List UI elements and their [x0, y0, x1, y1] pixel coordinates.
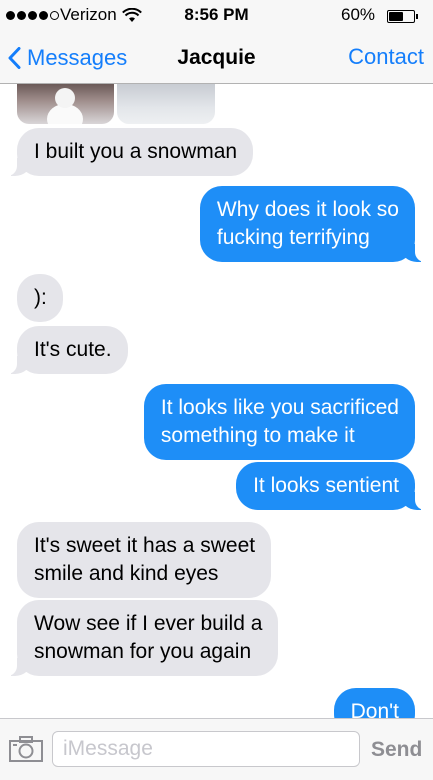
message-text-line: It's sweet it has a sweet: [34, 534, 256, 557]
message-text: It's cute.: [34, 338, 112, 361]
message-text-line: It looks like you sacrificed: [160, 396, 399, 419]
camera-icon[interactable]: [8, 735, 44, 763]
photo-attachment-snowman[interactable]: [17, 84, 114, 124]
message-text-line: smile and kind eyes: [34, 562, 219, 585]
battery-tip: [416, 14, 418, 19]
photo-attachment-snow[interactable]: [117, 84, 215, 124]
send-button[interactable]: Send: [371, 738, 422, 762]
message-text: It looks sentient: [253, 474, 399, 497]
battery-icon: [387, 10, 415, 23]
message-text-line: Wow see if I ever build a: [34, 612, 263, 635]
message-text-line: Why does it look so: [216, 198, 399, 221]
message-text: I built you a snowman: [34, 140, 238, 163]
conversation-title: Jacquie: [177, 46, 256, 69]
back-button[interactable]: Messages: [8, 40, 127, 76]
message-input[interactable]: [52, 731, 360, 767]
message-text-line: fucking terrifying: [216, 226, 370, 249]
message-bubble-sent[interactable]: It looks like you sacrificed something t…: [143, 384, 415, 460]
message-bubble-received[interactable]: Wow see if I ever build a snowman for yo…: [0, 600, 279, 676]
message-bubble-received[interactable]: It's cute.: [0, 326, 128, 374]
message-text: ):: [34, 286, 47, 309]
contact-button[interactable]: Contact: [348, 44, 424, 70]
message-text-line: snowman for you again: [34, 640, 252, 663]
navigation-bar: Messages Jacquie Contact: [0, 36, 433, 84]
message-bubble-sent[interactable]: It looks sentient: [236, 462, 433, 510]
message-bubble-sent[interactable]: Don't: [333, 688, 415, 718]
message-list[interactable]: I built you a snowman Why does it look s…: [0, 84, 433, 718]
back-chevron-icon: [8, 47, 21, 69]
message-bubble-received[interactable]: It's sweet it has a sweet smile and kind…: [17, 522, 272, 598]
battery-percentage: 60%: [341, 5, 376, 24]
compose-bar: Send: [0, 718, 433, 780]
back-button-label: Messages: [27, 45, 128, 70]
message-bubble-sent[interactable]: Why does it look so fucking terrifying: [199, 186, 433, 262]
battery-level-fill: [389, 12, 404, 21]
message-bubble-received[interactable]: ):: [17, 274, 63, 322]
message-text: Don't: [350, 700, 399, 718]
status-bar: Verizon 8:56 PM 60%: [0, 0, 433, 36]
message-bubble-received[interactable]: I built you a snowman: [0, 128, 254, 176]
snowman-head: [55, 88, 75, 108]
message-text-line: something to make it: [160, 424, 355, 447]
